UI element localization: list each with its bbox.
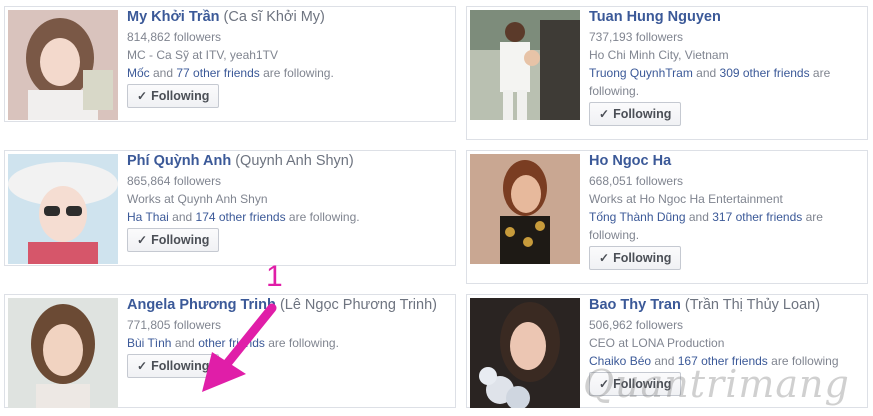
work-info: Ho Chi Minh City, Vietnam — [589, 48, 729, 62]
work-info: CEO at LONA Production — [589, 336, 725, 350]
following-button[interactable]: ✓ Following — [127, 228, 220, 252]
profile-photo[interactable] — [8, 10, 118, 120]
follower-count: 865,864 followers — [127, 174, 222, 188]
suggestion-card: Ho Ngoc Ha 668,051 followers Works at Ho… — [466, 150, 868, 284]
profile-name-link[interactable]: Bao Thy Tran — [589, 297, 681, 313]
mutual-friends: Ha Thai and 174 other friends are follow… — [127, 210, 360, 224]
follower-count: 737,193 followers — [589, 30, 684, 44]
profile-name: My Khởi Trần (Ca sĩ Khởi My) — [127, 9, 325, 25]
profile-photo[interactable] — [470, 298, 580, 408]
site-watermark: Quantrimang — [583, 362, 850, 406]
profile-name: Bao Thy Tran (Trần Thị Thủy Loan) — [589, 297, 821, 313]
profile-name: Tuan Hung Nguyen — [589, 9, 863, 26]
work-info: Works at Quynh Anh Shyn — [127, 192, 268, 206]
profile-name-link[interactable]: Tuan Hung Nguyen — [589, 9, 721, 25]
following-button[interactable]: ✓ Following — [589, 102, 682, 126]
work-info: MC - Ca Sỹ at ITV, yeah1TV — [127, 48, 278, 62]
step-number-annotation: 1 — [266, 260, 283, 293]
profile-name: Ho Ngoc Ha — [589, 153, 863, 170]
follower-count: 668,051 followers — [589, 174, 684, 188]
check-icon: ✓ — [599, 107, 610, 121]
following-button[interactable]: ✓ Following — [127, 84, 220, 108]
following-button[interactable]: ✓ Following — [589, 246, 682, 270]
suggestion-card: My Khởi Trần (Ca sĩ Khởi My) 814,862 fol… — [4, 6, 456, 122]
profile-photo[interactable] — [8, 154, 118, 264]
profile-name-link[interactable]: My Khởi Trần — [127, 9, 220, 25]
suggestion-card: Phí Quỳnh Anh (Quynh Anh Shyn) 865,864 f… — [4, 150, 456, 266]
check-icon: ✓ — [137, 233, 148, 247]
profile-photo[interactable] — [470, 10, 580, 120]
mutual-friends: Tống Thành Dũng and 317 other friends ar… — [589, 210, 823, 242]
profile-photo[interactable] — [470, 154, 580, 264]
profile-name-link[interactable]: Phí Quỳnh Anh — [127, 153, 231, 169]
profile-photo[interactable] — [8, 298, 118, 408]
mutual-friends: Truong QuynhTram and 309 other friends a… — [589, 66, 831, 98]
mutual-friends: Mốc and 77 other friends are following. — [127, 66, 334, 80]
profile-name: Phí Quỳnh Anh (Quynh Anh Shyn) — [127, 153, 354, 169]
profile-name-link[interactable]: Ho Ngoc Ha — [589, 153, 671, 169]
work-info: Works at Ho Ngoc Ha Entertainment — [589, 192, 783, 206]
follower-count: 506,962 followers — [589, 318, 684, 332]
check-icon: ✓ — [137, 89, 148, 103]
suggestion-card: Tuan Hung Nguyen 737,193 followers Ho Ch… — [466, 6, 868, 140]
follower-count: 814,862 followers — [127, 30, 222, 44]
check-icon: ✓ — [599, 251, 610, 265]
check-icon: ✓ — [137, 359, 148, 373]
annotation-arrow-icon — [202, 303, 277, 392]
